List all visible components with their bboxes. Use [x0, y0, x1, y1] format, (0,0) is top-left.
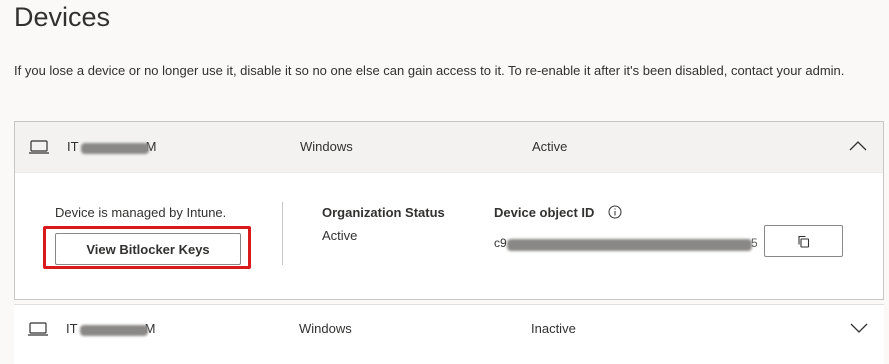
device-name-prefix: IT	[66, 321, 78, 336]
chevron-up-icon[interactable]	[849, 140, 867, 152]
device-row-header[interactable]: IT M Windows Active	[15, 122, 883, 173]
device-os: Windows	[300, 139, 353, 154]
organization-status-value: Active	[322, 228, 358, 243]
copy-icon	[798, 235, 810, 248]
chevron-down-icon[interactable]	[850, 322, 868, 334]
redacted-device-name	[81, 143, 149, 154]
device-card-expanded: IT M Windows Active Device is managed by …	[14, 121, 884, 300]
info-icon[interactable]	[608, 205, 622, 219]
details-divider	[282, 202, 283, 265]
copy-device-id-button[interactable]	[764, 225, 843, 257]
device-object-id-suffix: 5	[751, 236, 758, 250]
device-row-header[interactable]: IT M Windows Inactive	[14, 305, 884, 355]
page-title: Devices	[14, 2, 111, 32]
managed-by-intune-text: Device is managed by Intune.	[55, 205, 227, 220]
device-status: Active	[532, 139, 568, 154]
laptop-icon	[29, 140, 49, 154]
device-object-id-prefix: c9	[494, 236, 507, 250]
device-card-collapsed: IT M Windows Inactive	[14, 304, 884, 364]
device-os: Windows	[299, 321, 352, 336]
device-object-id-label: Device object ID	[494, 205, 595, 220]
redacted-device-object-id	[507, 239, 752, 251]
view-bitlocker-keys-button[interactable]: View Bitlocker Keys	[55, 233, 241, 265]
laptop-icon	[28, 322, 48, 336]
redacted-device-name	[80, 325, 148, 336]
device-name-prefix: IT	[67, 139, 79, 154]
organization-status-label: Organization Status	[322, 205, 445, 220]
intro-text: If you lose a device or no longer use it…	[14, 63, 845, 78]
device-status: Inactive	[531, 321, 576, 336]
